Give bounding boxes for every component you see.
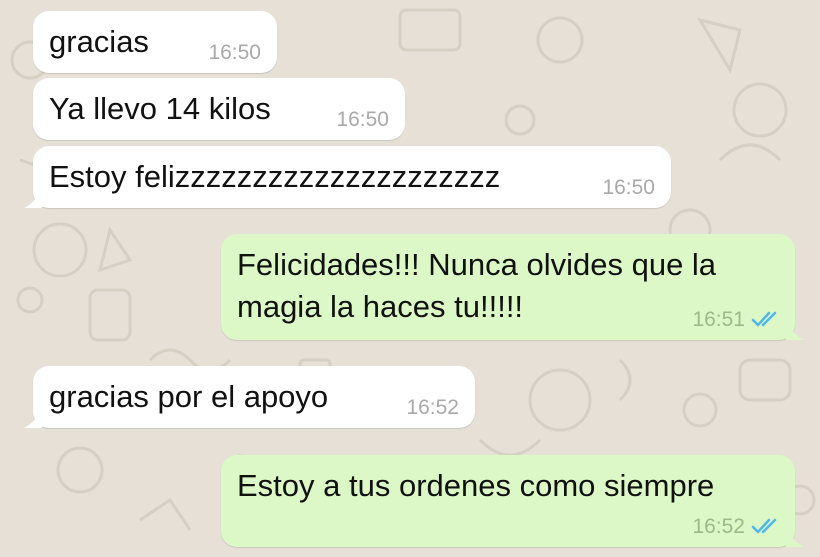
message-meta: 16:50 [336, 108, 389, 132]
message-text-line-2: magia la haces tu!!!!! [237, 289, 524, 324]
message-meta: 16:52 [406, 396, 459, 420]
message-bubble-incoming[interactable]: Ya llevo 14 kilos 16:50 [33, 78, 405, 140]
message-text: Estoy felizzzzzzzzzzzzzzzzzzzzz [49, 159, 501, 194]
double-check-icon [751, 311, 777, 327]
message-bubble-incoming[interactable]: Estoy felizzzzzzzzzzzzzzzzzzzzz 16:50 [24, 146, 671, 208]
message-time: 16:52 [406, 396, 459, 419]
message-time: 16:52 [692, 515, 745, 538]
message-text-line-1: Felicidades!!! Nunca olvides que la [237, 247, 717, 282]
message-bubble-incoming[interactable]: gracias 16:50 [33, 11, 277, 73]
message-text: Estoy a tus ordenes como siempre [237, 468, 715, 503]
message-meta: 16:50 [602, 176, 655, 200]
message-text: Ya llevo 14 kilos [49, 91, 271, 126]
message-text: gracias por el apoyo [49, 379, 329, 414]
message-text: gracias [49, 24, 149, 59]
bubble-tail [24, 188, 42, 208]
bubble-tail [24, 408, 42, 428]
message-time: 16:50 [602, 176, 655, 199]
message-meta: 16:51 [692, 308, 779, 332]
message-meta: 16:50 [208, 41, 261, 65]
bubble-tail [786, 320, 804, 340]
double-check-icon [751, 518, 777, 534]
message-time: 16:50 [336, 108, 389, 131]
message-meta: 16:52 [692, 515, 779, 539]
message-bubble-incoming[interactable]: gracias por el apoyo 16:52 [24, 366, 475, 428]
bubble-tail [786, 527, 804, 547]
message-time: 16:51 [692, 308, 745, 331]
message-bubble-outgoing[interactable]: Felicidades!!! Nunca olvides que la magi… [221, 234, 804, 340]
message-bubble-outgoing[interactable]: Estoy a tus ordenes como siempre 16:52 [221, 455, 804, 547]
message-time: 16:50 [208, 41, 261, 64]
